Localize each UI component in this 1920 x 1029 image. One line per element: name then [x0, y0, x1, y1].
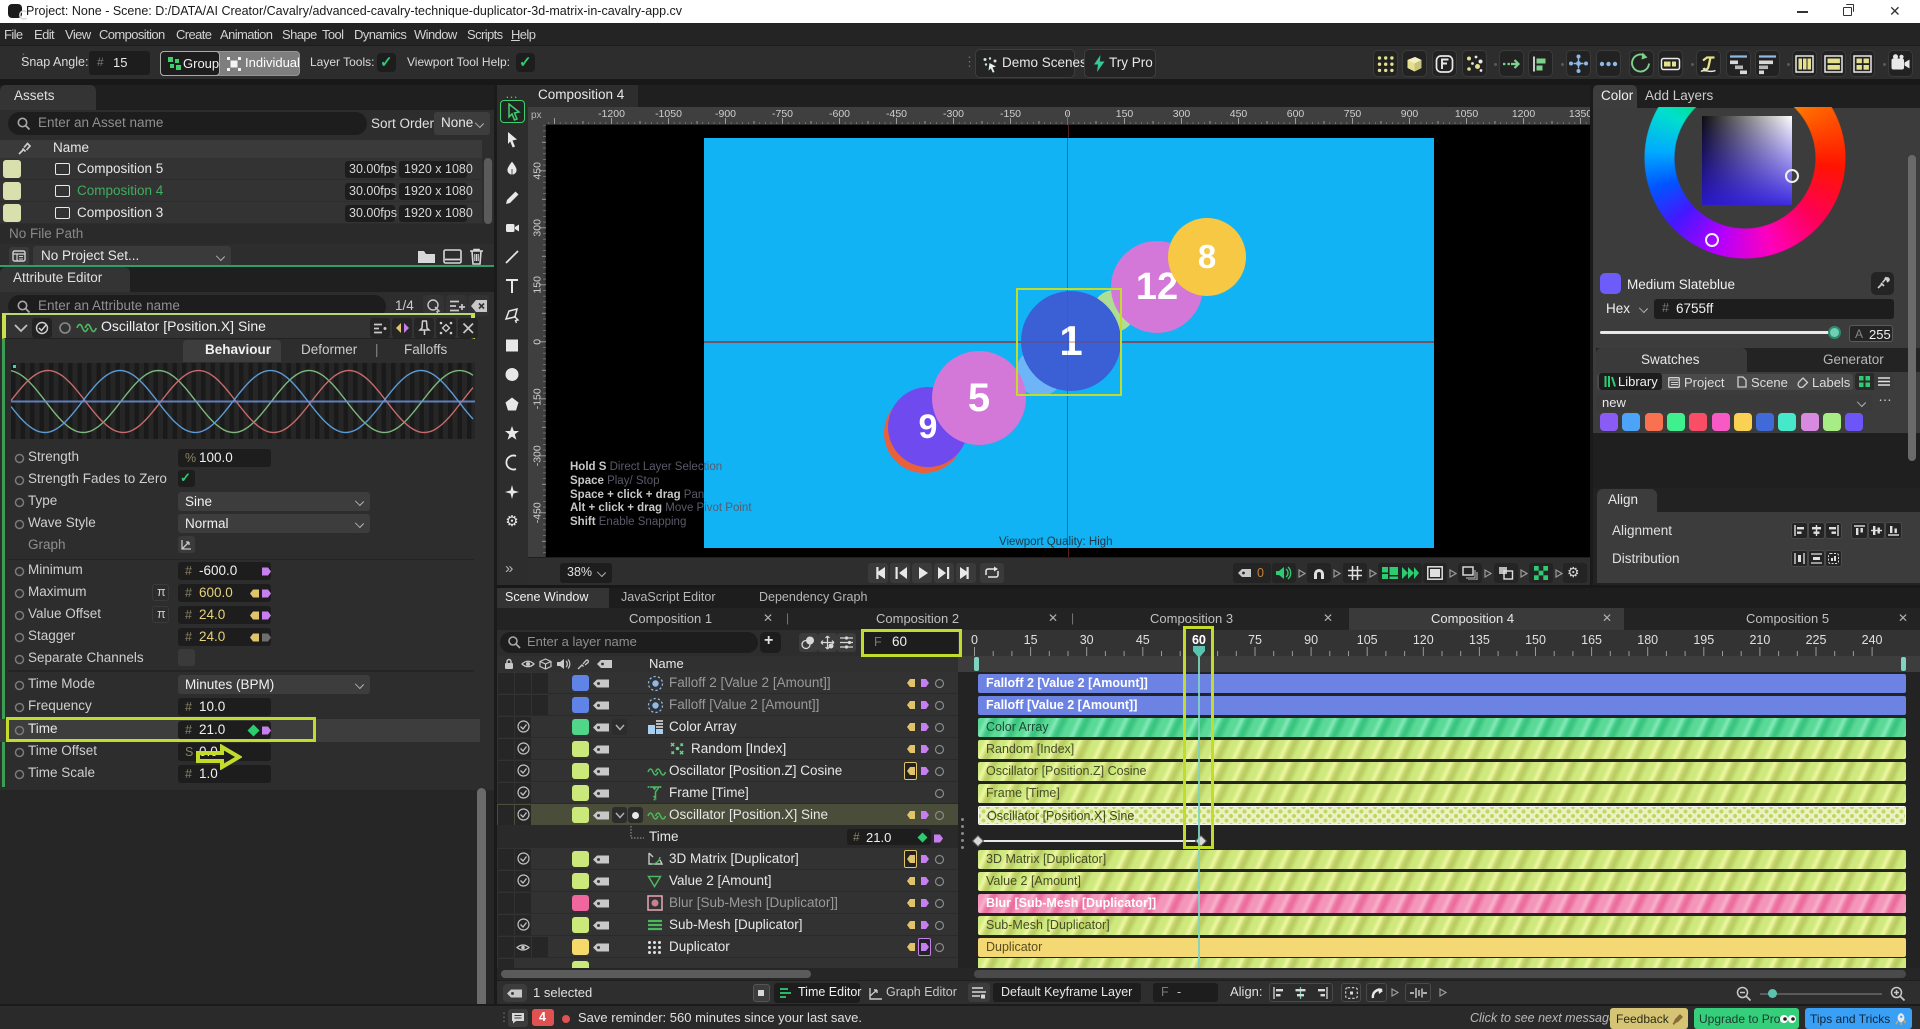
svg-text:300: 300 — [532, 219, 544, 237]
svg-text:-300: -300 — [532, 445, 544, 466]
svg-text:150: 150 — [532, 276, 544, 294]
svg-text:0: 0 — [532, 339, 544, 345]
svg-text:-450: -450 — [532, 502, 544, 523]
svg-text:450: 450 — [532, 162, 544, 180]
svg-text:⚙: ⚙ — [505, 513, 518, 530]
svg-text:-150: -150 — [532, 388, 544, 409]
